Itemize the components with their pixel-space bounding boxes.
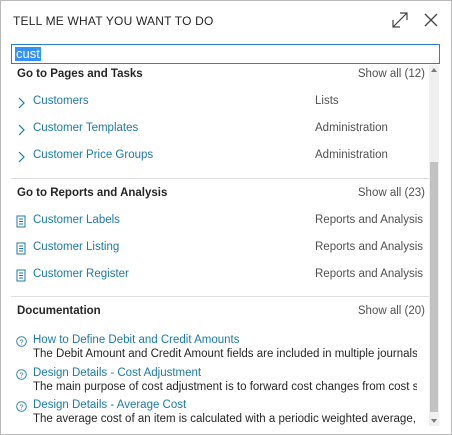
- result-link[interactable]: Customer Price Groups: [33, 149, 153, 161]
- chevron-right-icon: [18, 97, 25, 109]
- section-title-reports: Go to Reports and Analysis: [17, 187, 168, 199]
- section-divider: [11, 296, 429, 297]
- report-icon: [16, 242, 26, 255]
- search-box[interactable]: cust: [11, 44, 440, 64]
- result-category: Reports and Analysis: [315, 268, 424, 280]
- svg-text:?: ?: [19, 337, 23, 346]
- doc-item-average-cost[interactable]: ? Design Details - Average Cost The aver…: [1, 399, 429, 425]
- scroll-up-icon[interactable]: [431, 68, 437, 72]
- chevron-right-icon: [18, 151, 25, 163]
- result-row-customer-labels[interactable]: Customer Labels Reports and Analysis: [1, 211, 429, 233]
- show-all-pages-link[interactable]: Show all (12): [358, 68, 425, 80]
- result-row-customer-templates[interactable]: Customer Templates Administration: [1, 119, 429, 141]
- result-category: Administration: [315, 122, 388, 134]
- show-all-documentation-link[interactable]: Show all (20): [358, 305, 425, 317]
- doc-description: The main purpose of cost adjustment is t…: [33, 381, 417, 393]
- doc-description: The average cost of an item is calculate…: [33, 413, 417, 425]
- results-scrollbar[interactable]: [429, 65, 439, 426]
- result-category: Administration: [315, 149, 388, 161]
- result-row-customer-listing[interactable]: Customer Listing Reports and Analysis: [1, 238, 429, 260]
- result-link[interactable]: Customers: [33, 95, 89, 107]
- svg-text:?: ?: [19, 402, 23, 411]
- doc-link[interactable]: Design Details - Cost Adjustment: [33, 367, 201, 379]
- help-icon: ?: [16, 401, 27, 412]
- section-divider: [11, 178, 429, 179]
- svg-text:?: ?: [19, 370, 23, 379]
- doc-item-debit-credit[interactable]: ? How to Define Debit and Credit Amounts…: [1, 334, 429, 366]
- result-link[interactable]: Customer Listing: [33, 241, 119, 253]
- result-link[interactable]: Customer Register: [33, 268, 129, 280]
- doc-link[interactable]: How to Define Debit and Credit Amounts: [33, 334, 239, 346]
- chevron-right-icon: [18, 124, 25, 136]
- report-icon: [16, 215, 26, 228]
- help-icon: ?: [16, 369, 27, 380]
- close-icon[interactable]: [421, 10, 441, 30]
- result-link[interactable]: Customer Labels: [33, 214, 120, 226]
- results-list: Go to Pages and Tasks Show all (12) Cust…: [1, 65, 429, 425]
- result-row-customer-price-groups[interactable]: Customer Price Groups Administration: [1, 146, 429, 168]
- dialog-title: TELL ME WHAT YOU WANT TO DO: [13, 14, 214, 28]
- result-category: Reports and Analysis: [315, 241, 424, 253]
- scroll-down-icon[interactable]: [431, 419, 437, 423]
- help-icon: ?: [16, 336, 27, 347]
- section-title-documentation: Documentation: [17, 305, 101, 317]
- show-all-reports-link[interactable]: Show all (23): [358, 187, 425, 199]
- tell-me-dialog: TELL ME WHAT YOU WANT TO DO cust Go to P…: [0, 0, 452, 435]
- doc-description: The Debit Amount and Credit Amount field…: [33, 348, 417, 360]
- result-category: Reports and Analysis: [315, 214, 424, 226]
- result-link[interactable]: Customer Templates: [33, 122, 138, 134]
- dialog-header: TELL ME WHAT YOU WANT TO DO: [1, 1, 451, 39]
- result-row-customer-register[interactable]: Customer Register Reports and Analysis: [1, 265, 429, 287]
- doc-item-cost-adjustment[interactable]: ? Design Details - Cost Adjustment The m…: [1, 367, 429, 399]
- section-title-pages: Go to Pages and Tasks: [17, 68, 143, 80]
- search-selected-text: cust: [15, 46, 41, 61]
- report-icon: [16, 269, 26, 282]
- result-row-customers[interactable]: Customers Lists: [1, 92, 429, 114]
- scroll-thumb[interactable]: [430, 162, 438, 412]
- expand-icon[interactable]: [390, 10, 410, 30]
- result-category: Lists: [315, 95, 339, 107]
- doc-link[interactable]: Design Details - Average Cost: [33, 399, 186, 411]
